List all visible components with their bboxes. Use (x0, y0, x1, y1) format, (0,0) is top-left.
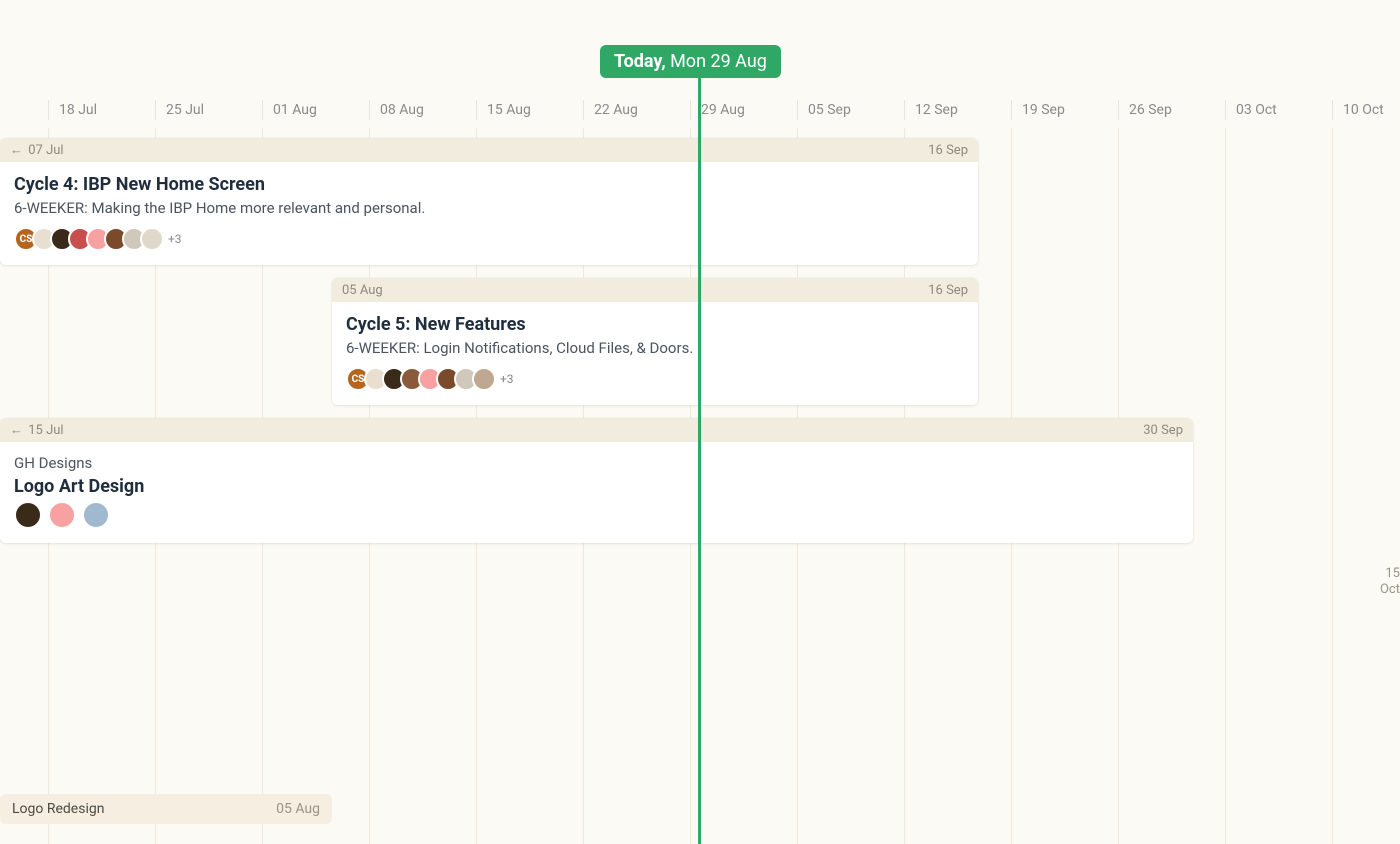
date-column: 01 Aug (262, 100, 317, 120)
card-subtitle: 6-WEEKER: Login Notifications, Cloud Fil… (346, 339, 964, 357)
today-line (698, 78, 701, 844)
date-column: 18 Jul (48, 100, 97, 120)
date-column: 05 Sep (797, 100, 851, 120)
date-column: 03 Oct (1225, 100, 1277, 120)
date-column: 12 Sep (904, 100, 958, 120)
card-body: Cycle 4: IBP New Home Screen 6-WEEKER: M… (0, 162, 978, 265)
card-date-range: ← 07 Jul 16 Sep (0, 138, 978, 162)
date-column: 19 Sep (1011, 100, 1065, 120)
card-date-range: ← 15 Jul 30 Sep (0, 418, 1193, 442)
date-column: 15 Aug (476, 100, 531, 120)
card-date-range: 05 Aug 16 Sep (332, 278, 978, 302)
card-title: Cycle 4: IBP New Home Screen (14, 174, 964, 195)
card-start-date: 05 Aug (342, 283, 383, 298)
project-card-cycle5[interactable]: 05 Aug 16 Sep Cycle 5: New Features 6-WE… (332, 278, 978, 405)
avatar[interactable] (472, 367, 496, 391)
avatar-group (14, 501, 1179, 529)
mini-card-title: Logo Redesign (12, 801, 104, 817)
avatar-more[interactable]: +3 (500, 372, 514, 386)
project-card-cycle4[interactable]: ← 07 Jul 16 Sep Cycle 4: IBP New Home Sc… (0, 138, 978, 265)
avatar[interactable] (48, 501, 76, 529)
card-subtitle: 6-WEEKER: Making the IBP Home more relev… (14, 199, 964, 217)
card-end-date: 16 Sep (928, 143, 968, 158)
card-start-date: ← 15 Jul (10, 422, 64, 438)
today-date: Mon 29 Aug (670, 51, 767, 72)
card-title: Logo Art Design (14, 476, 1179, 497)
avatar-group: CS+3 (346, 367, 964, 391)
card-company: GH Designs (14, 454, 1179, 472)
card-body: Cycle 5: New Features 6-WEEKER: Login No… (332, 302, 978, 405)
today-badge[interactable]: Today, Mon 29 Aug (600, 45, 781, 78)
date-column: 08 Aug (369, 100, 424, 120)
date-column: 26 Sep (1118, 100, 1172, 120)
card-body: GH Designs Logo Art Design (0, 442, 1193, 543)
date-column: 10 Oct (1332, 100, 1384, 120)
today-label: Today, (614, 51, 666, 72)
timeline-view: Today, Mon 29 Aug 18 Jul 25 Jul 01 Aug 08 A… (0, 0, 1400, 844)
gridline (1225, 128, 1226, 844)
mini-card-end-date: 05 Aug (276, 801, 320, 817)
arrow-left-icon: ← (10, 423, 23, 438)
card-end-date: 30 Sep (1143, 423, 1183, 438)
card-end-date: 16 Sep (928, 283, 968, 298)
card-title: Cycle 5: New Features (346, 314, 964, 335)
arrow-left-icon: ← (10, 143, 23, 158)
date-column: 25 Jul (155, 100, 204, 120)
project-card-logo-art[interactable]: ← 15 Jul 30 Sep GH Designs Logo Art Desi… (0, 418, 1193, 543)
gridline (1332, 128, 1333, 844)
avatar-more[interactable]: +3 (168, 232, 182, 246)
avatar[interactable] (140, 227, 164, 251)
avatar[interactable] (82, 501, 110, 529)
date-column: 22 Aug (583, 100, 638, 120)
avatar[interactable] (14, 501, 42, 529)
card-start-date: ← 07 Jul (10, 142, 64, 158)
avatar-group: CS+3 (14, 227, 964, 251)
future-date-marker: 15 Oct (1380, 566, 1400, 597)
event-card-logo-redesign[interactable]: Logo Redesign 05 Aug (0, 794, 332, 824)
